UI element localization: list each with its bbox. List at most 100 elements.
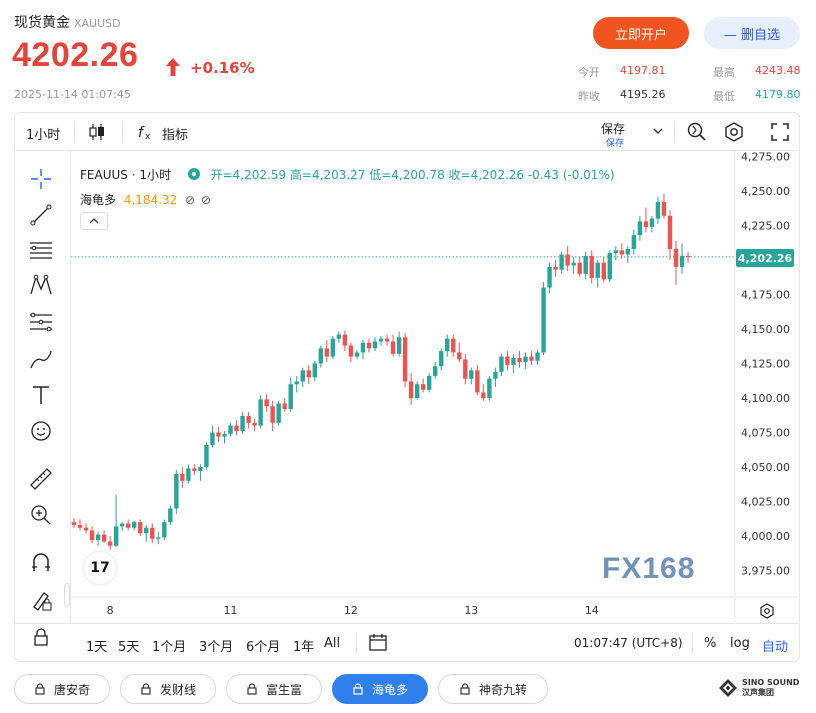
candle-body — [571, 262, 576, 266]
collapse-legend-button[interactable] — [80, 212, 108, 230]
candle-body — [553, 266, 558, 270]
candle-body — [529, 356, 534, 361]
candle-body — [162, 522, 167, 538]
time-range-3[interactable]: 3个月 — [199, 636, 246, 655]
candle-body — [107, 541, 113, 546]
candle-body — [348, 345, 354, 357]
candle-body — [372, 341, 378, 349]
candle-body — [445, 338, 450, 352]
candle-body — [252, 422, 257, 426]
y-tick-label: 3,975.00 — [741, 565, 790, 578]
candle-body — [463, 359, 468, 379]
candle-body — [138, 522, 143, 534]
candle-body — [643, 221, 649, 227]
candle-body — [384, 338, 390, 342]
strategy-tag-3[interactable]: 海龟多 — [332, 674, 428, 704]
candle-body — [156, 537, 161, 539]
candle-body — [511, 357, 516, 365]
candle-body — [294, 381, 299, 385]
candle-body — [312, 363, 317, 378]
candle-body — [583, 255, 588, 274]
candle-body — [270, 406, 275, 423]
candle-body — [95, 534, 101, 541]
candle-body — [577, 262, 582, 274]
candle-body — [336, 334, 342, 339]
remove-indicator-icon[interactable]: ⊘ — [201, 193, 211, 207]
strategy-tag-1[interactable]: 发财线 — [120, 674, 216, 704]
strategy-tag-label: 发财线 — [159, 682, 196, 697]
candle-body — [433, 366, 438, 376]
candle-body — [258, 399, 263, 426]
candle-body — [192, 468, 197, 472]
candle-body — [601, 262, 606, 280]
candle-body — [282, 403, 287, 410]
candle-body — [264, 399, 269, 407]
candle-body — [174, 473, 179, 509]
candle-body — [306, 370, 311, 378]
candle-body — [83, 527, 89, 531]
strategy-tag-0[interactable]: 唐安奇 — [14, 674, 110, 704]
time-range-0[interactable]: 1天 — [86, 636, 118, 655]
candle-body — [342, 334, 348, 346]
calendar-icon[interactable] — [368, 632, 388, 652]
candle-body — [402, 337, 408, 382]
scale-settings-icon[interactable] — [758, 602, 776, 620]
current-time: 01:07:47 (UTC+8) — [574, 636, 683, 650]
strategy-tag-4[interactable]: 神奇九转 — [438, 674, 548, 704]
strategy-tag-2[interactable]: 富生富 — [226, 674, 322, 704]
candle-body — [439, 351, 444, 367]
candle-body — [451, 338, 456, 353]
time-range-4[interactable]: 6个月 — [246, 636, 293, 655]
candle-body — [125, 523, 131, 528]
candle-body — [360, 342, 366, 353]
candle-body — [119, 523, 125, 527]
strategy-tag-label: 唐安奇 — [53, 682, 90, 697]
candle-body — [649, 218, 655, 227]
log-scale-toggle[interactable]: log — [730, 636, 750, 651]
time-range-1[interactable]: 5天 — [118, 636, 152, 655]
time-range-6[interactable]: All — [324, 636, 348, 655]
candle-body — [589, 255, 594, 278]
candle-body — [390, 341, 396, 354]
x-tick-label: 14 — [585, 604, 599, 617]
y-tick-label: 4,175.00 — [741, 289, 790, 302]
candle-body — [595, 262, 600, 278]
corner-logo-text: SINO SOUND 汉声集团 — [742, 678, 800, 697]
candle-body — [288, 384, 293, 410]
y-tick-label: 4,050.00 — [741, 461, 790, 474]
candle-body — [457, 352, 462, 360]
candle-body — [487, 378, 492, 398]
price-chart[interactable]: 3,975.00 4,000.00 4,025.00 4,050.00 4,075.00… — [0, 0, 816, 713]
y-tick-label: 4,025.00 — [741, 496, 790, 509]
eye-icon[interactable] — [187, 167, 201, 181]
candle-body — [679, 255, 685, 267]
candle-body — [481, 392, 486, 398]
candle-body — [673, 248, 679, 267]
candle-body — [661, 202, 667, 216]
y-tick-label: 4,150.00 — [741, 323, 790, 336]
percent-scale-toggle[interactable]: % — [704, 636, 716, 651]
candle-body — [541, 287, 546, 353]
candle-body — [607, 253, 612, 280]
candle-body — [204, 444, 209, 467]
candle-body — [168, 508, 173, 523]
lock-icon — [141, 683, 151, 695]
indicator-value: 4,184.32 — [123, 193, 178, 207]
lock-icon — [460, 683, 470, 695]
tradingview-logo[interactable]: 17 — [84, 552, 116, 584]
time-range-group: 1天 5天 1个月 3个月 6个月 1年 All — [86, 636, 348, 655]
candle-body — [246, 415, 251, 423]
time-range-2[interactable]: 1个月 — [152, 636, 199, 655]
last-price-marker: 4,202.26 — [736, 249, 794, 267]
hide-indicator-icon[interactable]: ⊘ — [185, 193, 195, 207]
candle-body — [198, 467, 203, 472]
auto-scale-toggle[interactable]: 自动 — [762, 636, 788, 655]
candle-body — [330, 338, 336, 357]
y-tick-label: 4,250.00 — [741, 185, 790, 198]
indicator-legend: 海龟多 4,184.32 ⊘ ⊘ — [80, 191, 211, 208]
time-range-5[interactable]: 1年 — [293, 636, 324, 655]
candle-body — [378, 338, 384, 342]
y-tick-label: 4,275.00 — [741, 151, 790, 164]
candle-body — [625, 248, 631, 255]
candle-body — [210, 432, 215, 445]
